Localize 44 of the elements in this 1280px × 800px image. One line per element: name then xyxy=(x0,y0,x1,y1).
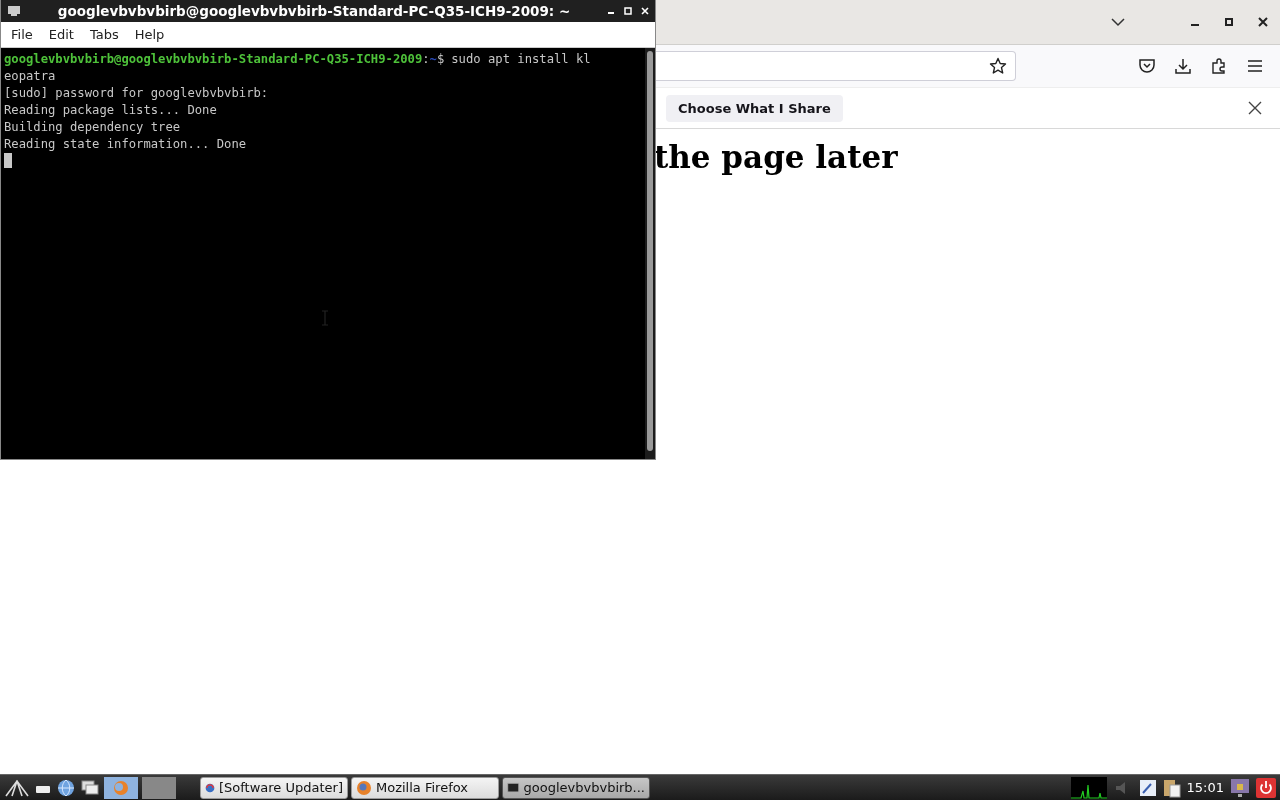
menu-item[interactable]: Edit xyxy=(40,27,82,42)
window-title: googlevbvbvbirb@googlevbvbvbirb-Standard-PC-Q35-ICH9-2009: ~ xyxy=(56,3,572,19)
chevron-down-icon[interactable] xyxy=(1110,17,1126,27)
firefox-icon xyxy=(356,779,372,796)
download-icon[interactable] xyxy=(1174,57,1192,75)
window-menu-icon[interactable] xyxy=(7,5,21,17)
command-text: sudo apt install kl xyxy=(451,52,591,66)
pocket-icon[interactable] xyxy=(1138,57,1156,75)
prompt-user-host: googlevbvbvbirb@googlevbvbvbirb-Standard-PC-Q35-ICH9-2009 xyxy=(4,52,423,66)
taskbar-button[interactable]: googlevbvbvbirb... xyxy=(502,776,650,799)
scrollbar[interactable] xyxy=(645,48,655,459)
prompt-symbol: $ xyxy=(436,52,445,66)
globe-icon[interactable] xyxy=(56,777,76,798)
start-menu-icon[interactable] xyxy=(4,777,30,798)
maximize-icon[interactable] xyxy=(1224,17,1234,27)
taskbar-button[interactable]: Mozilla Firefox xyxy=(351,776,499,799)
text-cursor xyxy=(4,153,12,168)
windows-icon[interactable] xyxy=(80,778,100,797)
taskbar-button[interactable]: [Software Updater] xyxy=(200,776,348,799)
blank-icon[interactable] xyxy=(142,776,176,799)
page-heading: the page later xyxy=(654,139,899,175)
menu-item[interactable]: File xyxy=(3,27,41,42)
close-icon[interactable] xyxy=(1248,101,1262,115)
output-line: Reading state information... Done xyxy=(4,136,248,153)
puzzle-icon[interactable] xyxy=(1210,57,1228,75)
menu-item[interactable]: Help xyxy=(126,27,173,42)
menu-item[interactable]: Tabs xyxy=(81,27,127,42)
prompt-colon: : xyxy=(422,52,430,66)
lock-screen-icon[interactable] xyxy=(1230,777,1250,798)
star-icon[interactable] xyxy=(989,57,1007,75)
output-line: Building dependency tree xyxy=(4,119,182,136)
power-icon[interactable] xyxy=(1256,777,1276,798)
output-line: Reading package lists... Done xyxy=(4,102,218,119)
output-line: eopatra xyxy=(4,68,57,85)
prompt-path: ~ xyxy=(429,52,437,66)
close-icon[interactable] xyxy=(1258,17,1268,27)
share-button[interactable]: Choose What I Share xyxy=(666,94,843,122)
firefox-icon[interactable] xyxy=(104,776,138,799)
cpu-graph-icon xyxy=(1070,776,1107,799)
clock: 15:01 xyxy=(1186,780,1224,795)
output-line: [sudo] password for googlevbvbvbirb: xyxy=(4,85,270,102)
clipboard-icon[interactable] xyxy=(1162,777,1181,798)
menu-icon[interactable] xyxy=(1246,57,1264,75)
text-cursor-icon xyxy=(321,310,329,326)
